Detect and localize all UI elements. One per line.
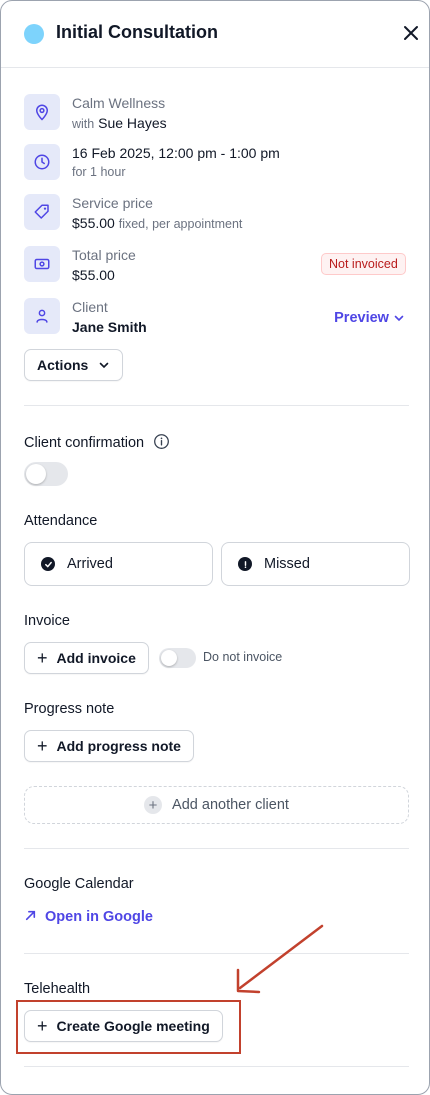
missed-label: Missed: [264, 556, 310, 572]
client-label: Client: [72, 299, 108, 315]
arrived-label: Arrived: [67, 556, 113, 572]
client-confirmation-toggle[interactable]: [24, 462, 68, 486]
client-confirmation-label: Client confirmation: [24, 433, 170, 451]
divider: [24, 405, 409, 406]
location-row: Calm Wellness with Sue Hayes: [24, 94, 409, 134]
chevron-down-icon: [100, 362, 109, 369]
annotation-arrow-icon: [236, 924, 324, 994]
toggle-knob: [26, 464, 46, 484]
add-another-client-button[interactable]: + Add another client: [24, 786, 409, 824]
preview-label: Preview: [334, 310, 389, 326]
status-dot: [24, 24, 44, 44]
actions-button[interactable]: Actions: [24, 349, 124, 381]
close-icon[interactable]: [401, 23, 421, 43]
divider: [24, 1066, 409, 1067]
client-name-link[interactable]: Jane Smith: [72, 319, 147, 335]
add-another-client-label: Add another client: [172, 797, 289, 813]
location-name: Calm Wellness: [72, 95, 166, 111]
telehealth-label: Telehealth: [24, 981, 91, 997]
add-invoice-label: Add invoice: [56, 650, 136, 666]
panel-title: Initial Consultation: [56, 22, 218, 42]
service-price-note: fixed, per appointment: [118, 217, 243, 231]
do-not-invoice-toggle[interactable]: [159, 648, 196, 668]
check-circle-icon: [41, 557, 55, 571]
practitioner-line: with Sue Hayes: [72, 115, 167, 131]
client-row: Client Jane Smith Preview: [24, 298, 409, 338]
add-invoice-button[interactable]: + Add invoice: [24, 642, 149, 674]
add-progress-note-label: Add progress note: [56, 738, 181, 754]
toggle-knob: [161, 650, 177, 666]
alert-circle-icon: [238, 557, 252, 571]
clock-icon: [24, 144, 60, 180]
practitioner-name: Sue Hayes: [98, 115, 167, 131]
service-price-amount: $55.00: [72, 215, 115, 231]
attendance-label: Attendance: [24, 513, 98, 529]
datetime-row: 16 Feb 2025, 12:00 pm - 1:00 pm for 1 ho…: [24, 144, 409, 184]
invoice-label: Invoice: [24, 613, 70, 629]
invoice-status-badge: Not invoiced: [321, 253, 406, 275]
arrived-button[interactable]: Arrived: [24, 542, 213, 586]
location-pin-icon: [24, 94, 60, 130]
open-in-google-link[interactable]: Open in Google: [24, 908, 153, 926]
plus-icon: +: [37, 736, 48, 756]
total-price-label: Total price: [72, 247, 136, 263]
do-not-invoice-label: Do not invoice: [203, 650, 283, 664]
appointment-duration: for 1 hour: [72, 165, 126, 179]
divider: [24, 953, 409, 954]
person-icon: [24, 298, 60, 334]
service-price-row: Service price $55.00 fixed, per appointm…: [24, 194, 409, 234]
service-price-label: Service price: [72, 195, 153, 211]
with-prefix: with: [72, 117, 95, 131]
service-price-value: $55.00 fixed, per appointment: [72, 215, 242, 231]
preview-button[interactable]: Preview: [334, 310, 405, 326]
appointment-datetime: 16 Feb 2025, 12:00 pm - 1:00 pm: [72, 145, 280, 161]
open-in-google-label: Open in Google: [45, 909, 153, 925]
add-progress-note-button[interactable]: + Add progress note: [24, 730, 194, 762]
missed-button[interactable]: Missed: [221, 542, 410, 586]
appointment-panel: Initial Consultation Calm Wellness with …: [0, 0, 430, 1095]
plus-icon: +: [37, 648, 48, 668]
price-tag-icon: [24, 194, 60, 230]
actions-label: Actions: [37, 357, 89, 373]
cash-icon: [24, 246, 60, 282]
external-link-icon: [25, 910, 36, 921]
chevron-down-icon: [394, 315, 404, 322]
annotation-highlight-box: [16, 1000, 241, 1054]
google-calendar-label: Google Calendar: [24, 876, 134, 892]
total-price-amount: $55.00: [72, 267, 115, 283]
divider: [24, 848, 409, 849]
client-confirmation-text: Client confirmation: [24, 435, 145, 451]
total-price-row: Total price $55.00 Not invoiced: [24, 246, 409, 286]
info-icon[interactable]: [153, 433, 170, 450]
plus-circle-icon: +: [144, 796, 163, 814]
progress-note-label: Progress note: [24, 701, 115, 717]
panel-header: Initial Consultation: [1, 1, 429, 68]
